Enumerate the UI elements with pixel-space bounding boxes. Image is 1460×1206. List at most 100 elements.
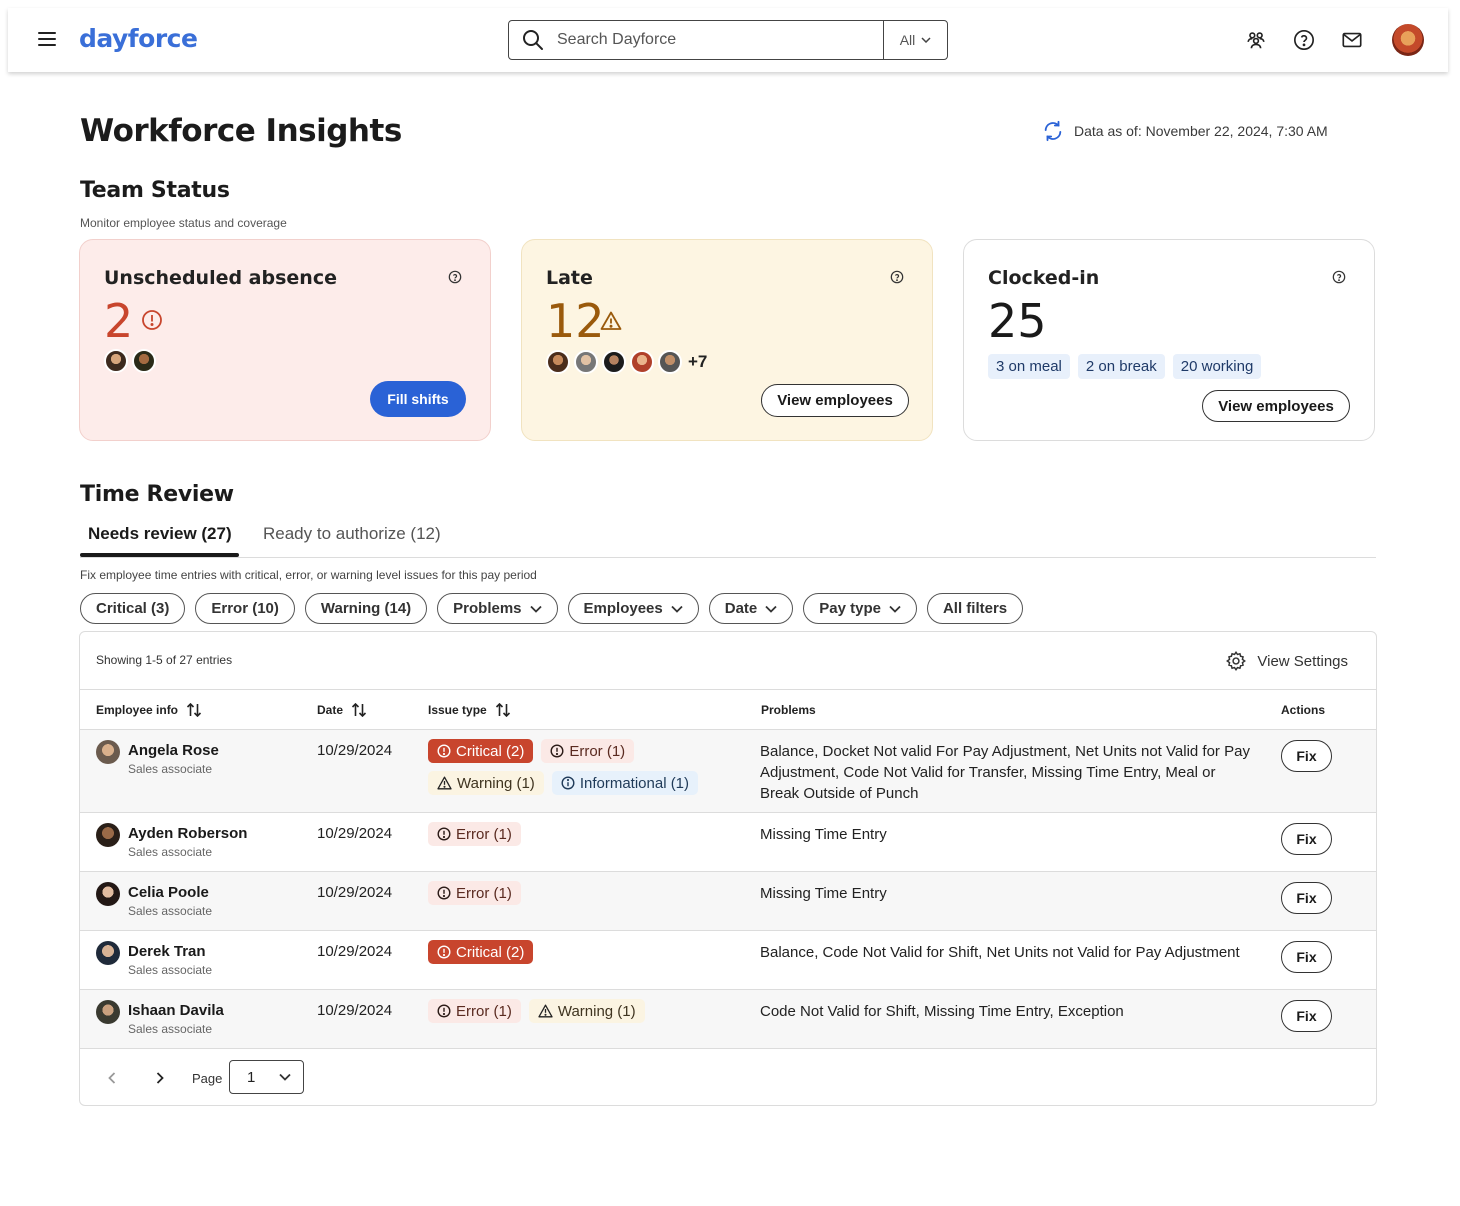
data-as-of: Data as of: November 22, 2024, 7:30 AM <box>1042 120 1328 142</box>
view-employees-button[interactable]: View employees <box>1202 390 1350 422</box>
status-chip-break[interactable]: 2 on break <box>1077 354 1165 379</box>
column-label: Problems <box>761 703 816 717</box>
problems-text: Balance, Code Not Valid for Shift, Net U… <box>760 944 1240 961</box>
fix-button[interactable]: Fix <box>1281 882 1332 914</box>
avatar[interactable] <box>546 350 570 374</box>
filter-employees[interactable]: Employees <box>567 593 699 624</box>
top-bar: dayforce All <box>8 8 1448 72</box>
sort-icon[interactable] <box>495 703 511 717</box>
fix-button[interactable]: Fix <box>1281 941 1332 973</box>
help-icon[interactable] <box>890 270 904 284</box>
people-icon[interactable] <box>1244 28 1268 52</box>
sort-icon[interactable] <box>351 703 367 717</box>
chevron-down-icon <box>529 605 542 613</box>
view-employees-button[interactable]: View employees <box>761 384 909 417</box>
issue-tag-label: Error (1) <box>456 884 512 902</box>
entry-date: 10/29/2024 <box>317 884 393 901</box>
more-count[interactable]: +7 <box>688 352 707 372</box>
issue-tag-label: Error (1) <box>456 1002 512 1020</box>
employee-name[interactable]: Ishaan Davila <box>128 1002 224 1019</box>
table-row[interactable]: Ishaan Davila Sales associate 10/29/2024… <box>80 990 1376 1049</box>
issue-tag-warning[interactable]: Warning (1) <box>528 999 645 1023</box>
problems-text: Balance, Docket Not valid For Pay Adjust… <box>760 743 1250 802</box>
avatar[interactable] <box>132 349 156 373</box>
table-row[interactable]: Derek Tran Sales associate 10/29/2024 Cr… <box>80 931 1376 990</box>
avatar[interactable] <box>574 350 598 374</box>
filter-date[interactable]: Date <box>708 593 794 624</box>
filter-critical[interactable]: Critical (3) <box>80 593 186 624</box>
issue-tag-error[interactable]: Error (1) <box>428 881 521 905</box>
search-input[interactable] <box>557 22 883 58</box>
page-select[interactable]: 1 <box>229 1060 304 1094</box>
absence-avatars <box>104 349 160 373</box>
time-review-tabs: Needs review (27) Ready to authorize (12… <box>80 518 1376 558</box>
fix-button[interactable]: Fix <box>1281 1000 1332 1032</box>
employee-name[interactable]: Derek Tran <box>128 943 206 960</box>
tab-ready-to-authorize[interactable]: Ready to authorize (12) <box>263 524 441 544</box>
clocked-in-card: Clocked-in 25 3 on meal 2 on break 20 wo… <box>963 239 1375 441</box>
employee-role: Sales associate <box>128 963 213 977</box>
avatar[interactable] <box>104 349 128 373</box>
filter-pay-type[interactable]: Pay type <box>803 593 917 624</box>
issue-tag-critical[interactable]: Critical (2) <box>428 940 534 964</box>
avatar[interactable] <box>602 350 626 374</box>
user-avatar[interactable] <box>1392 24 1424 56</box>
issue-tag-informational[interactable]: Informational (1) <box>551 771 699 795</box>
team-status-title: Team Status <box>80 178 230 203</box>
filter-warning[interactable]: Warning (14) <box>304 593 428 624</box>
issue-tag-label: Error (1) <box>456 825 512 843</box>
fix-button[interactable]: Fix <box>1281 740 1332 772</box>
alert-circle-icon <box>437 827 451 841</box>
view-settings-button[interactable]: View Settings <box>1225 650 1348 672</box>
filter-label: Pay type <box>819 600 881 617</box>
column-issue-type[interactable]: Issue type <box>428 703 511 717</box>
help-icon[interactable] <box>1332 270 1346 284</box>
avatar <box>96 1000 120 1024</box>
column-employee-info[interactable]: Employee info <box>96 703 202 717</box>
column-date[interactable]: Date <box>317 703 367 717</box>
status-chip-meal[interactable]: 3 on meal <box>988 354 1070 379</box>
fix-button[interactable]: Fix <box>1281 823 1332 855</box>
filter-problems[interactable]: Problems <box>437 593 558 624</box>
table-row[interactable]: Celia Poole Sales associate 10/29/2024 E… <box>80 872 1376 931</box>
menu-icon[interactable] <box>38 32 56 46</box>
dayforce-logo[interactable]: dayforce <box>79 24 198 53</box>
search-icon[interactable] <box>509 21 557 59</box>
help-icon[interactable] <box>1292 28 1316 52</box>
table-row[interactable]: Ayden Roberson Sales associate 10/29/202… <box>80 813 1376 872</box>
issue-tag-error[interactable]: Error (1) <box>541 739 635 763</box>
filter-all[interactable]: All filters <box>926 593 1024 624</box>
employee-name[interactable]: Ayden Roberson <box>128 825 247 842</box>
filter-label: Problems <box>453 600 522 617</box>
fill-shifts-button[interactable]: Fill shifts <box>370 381 466 417</box>
warning-triangle-icon <box>600 311 622 330</box>
avatar <box>96 823 120 847</box>
status-chip-working[interactable]: 20 working <box>1172 354 1262 379</box>
filter-error[interactable]: Error (10) <box>195 593 295 624</box>
employee-name[interactable]: Angela Rose <box>128 742 219 759</box>
next-page-icon[interactable] <box>150 1068 170 1088</box>
help-icon[interactable] <box>448 270 462 284</box>
refresh-icon[interactable] <box>1042 120 1064 142</box>
employee-role: Sales associate <box>128 1022 213 1036</box>
gear-icon <box>1226 651 1247 671</box>
chevron-down-icon <box>279 1073 291 1081</box>
table-row[interactable]: Angela Rose Sales associate 10/29/2024 C… <box>80 730 1376 813</box>
avatar[interactable] <box>658 350 682 374</box>
mail-icon[interactable] <box>1340 28 1364 52</box>
filter-bar: Critical (3) Error (10) Warning (14) Pro… <box>80 593 1024 624</box>
issue-tag-error[interactable]: Error (1) <box>428 999 521 1023</box>
avatar[interactable] <box>630 350 654 374</box>
issue-tag-critical[interactable]: Critical (2) <box>428 739 534 763</box>
tab-needs-review[interactable]: Needs review (27) <box>88 524 232 544</box>
search-scope-select[interactable]: All <box>883 21 947 59</box>
entry-date: 10/29/2024 <box>317 742 393 759</box>
previous-page-icon[interactable] <box>102 1068 122 1088</box>
employee-name[interactable]: Celia Poole <box>128 884 209 901</box>
sort-icon[interactable] <box>186 703 202 717</box>
employee-role: Sales associate <box>128 762 213 776</box>
issue-tag-warning[interactable]: Warning (1) <box>428 771 544 795</box>
issue-tag-error[interactable]: Error (1) <box>428 822 521 846</box>
issue-tag-label: Warning (1) <box>457 774 535 792</box>
search-bar: All <box>508 20 948 60</box>
